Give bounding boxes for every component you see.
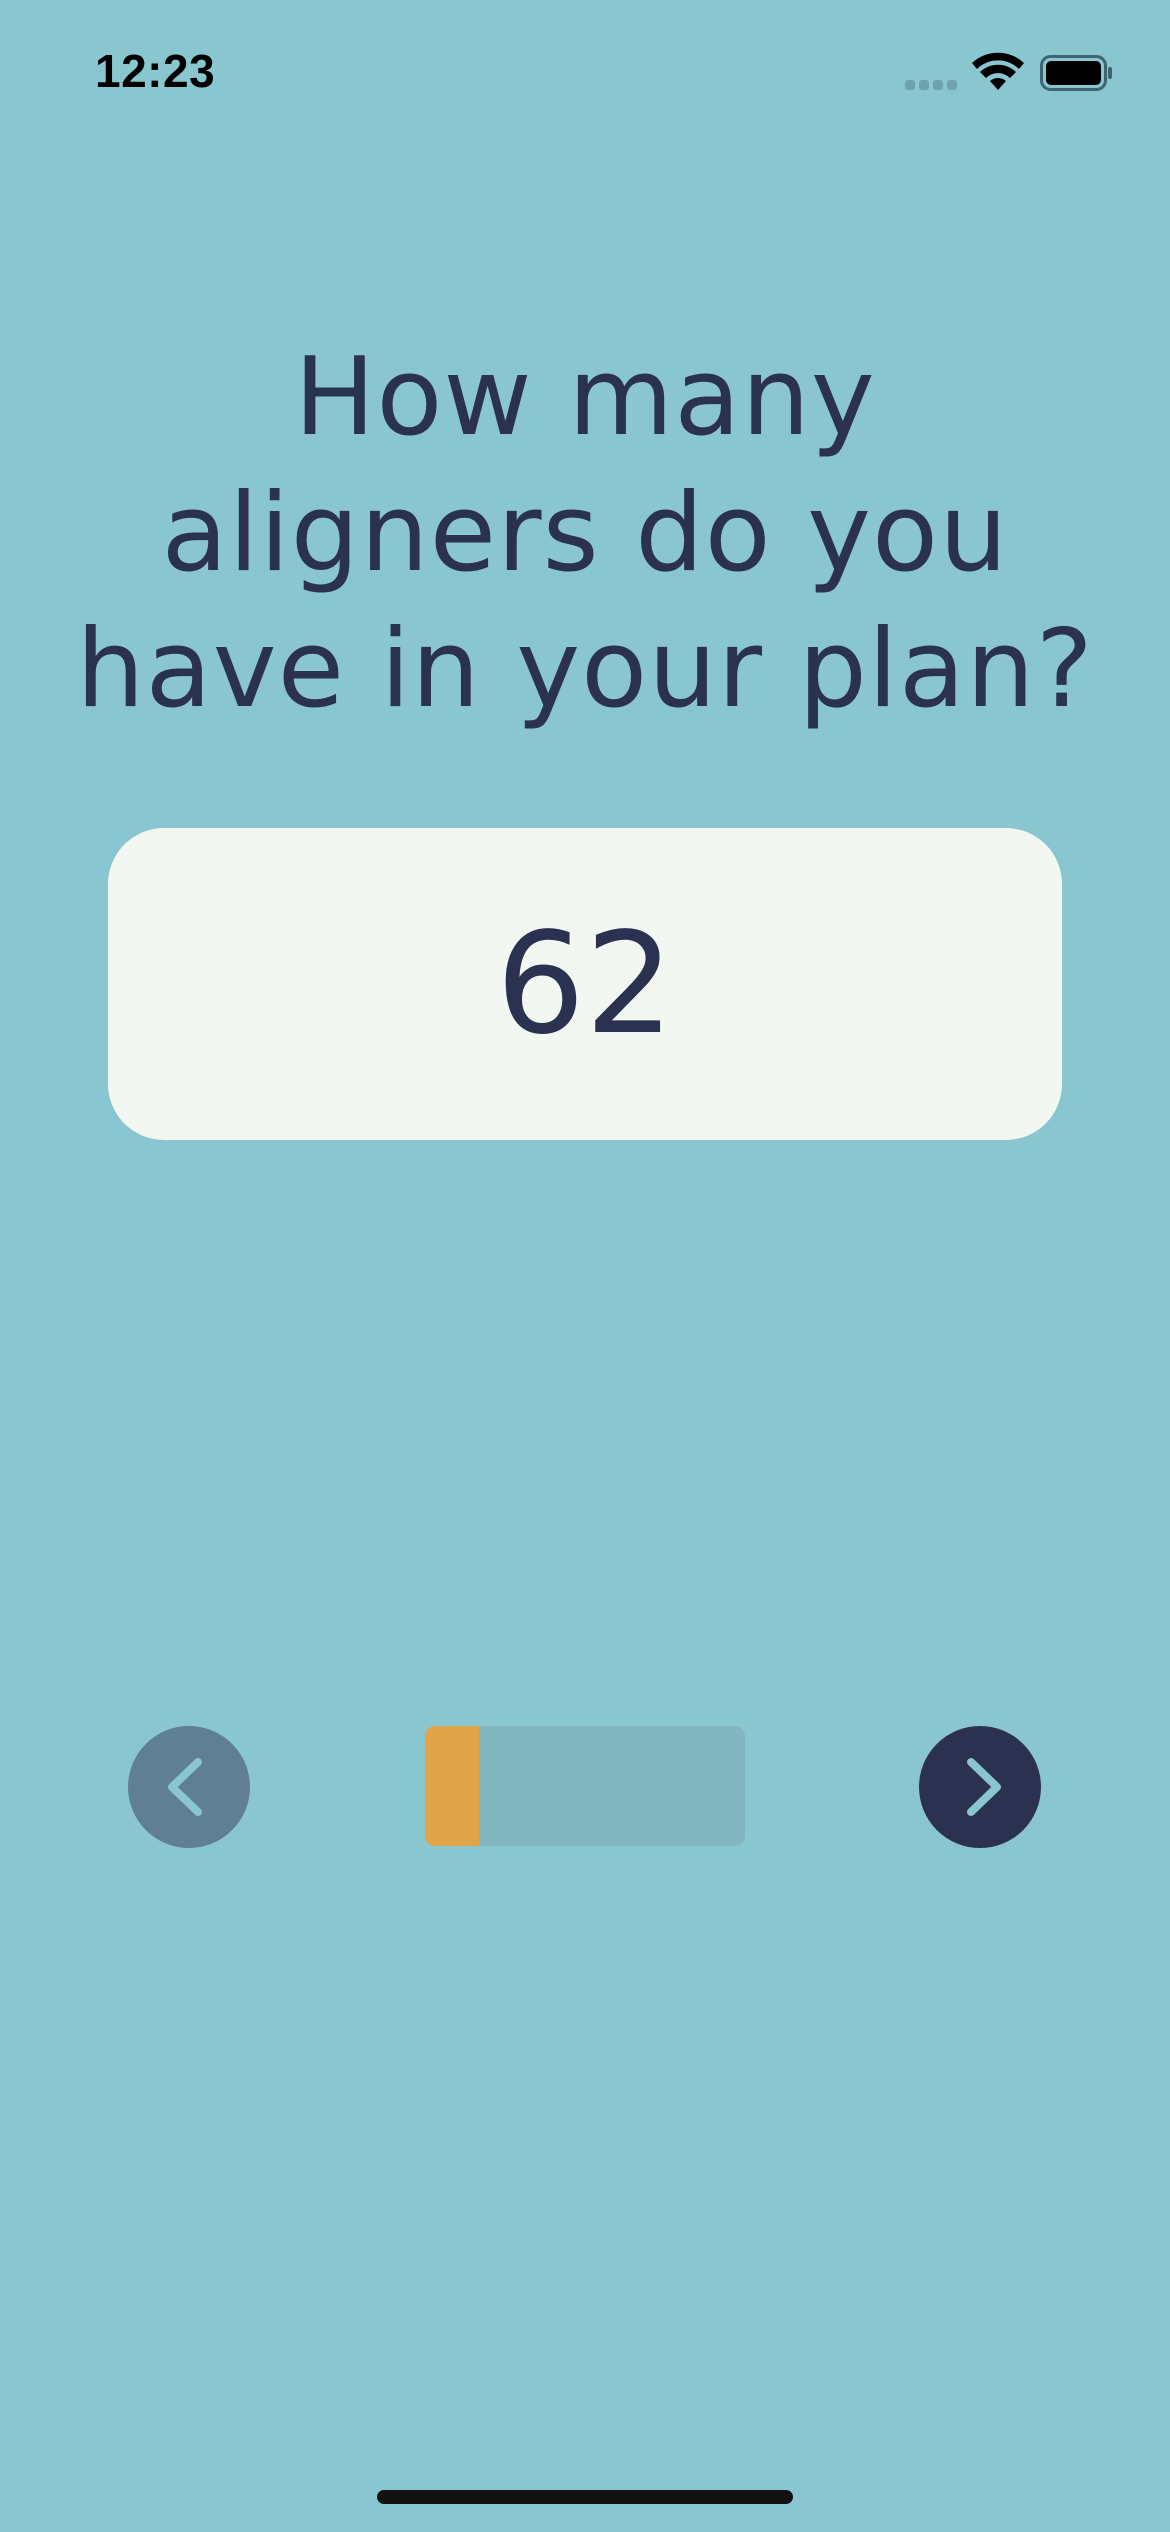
next-button[interactable] [919,1726,1041,1848]
chevron-right-icon [967,1758,1001,1816]
battery-icon [1040,55,1112,91]
progress-fill [425,1726,480,1846]
question-heading: How many aligners do you have in your pl… [60,330,1110,738]
question-line-3: have in your plan? [76,607,1094,732]
question-line-2: aligners do you [161,471,1009,596]
progress-bar [425,1726,745,1846]
aligner-count-value: 62 [495,902,675,1066]
aligner-count-input[interactable]: 62 [108,828,1062,1140]
cellular-signal-icon [905,80,957,90]
wifi-icon [972,52,1024,90]
chevron-left-icon [168,1758,202,1816]
status-time: 12:23 [95,45,216,97]
question-line-1: How many [294,335,876,460]
status-bar: 12:23 [0,0,1170,150]
previous-button[interactable] [128,1726,250,1848]
home-indicator [377,2490,793,2504]
